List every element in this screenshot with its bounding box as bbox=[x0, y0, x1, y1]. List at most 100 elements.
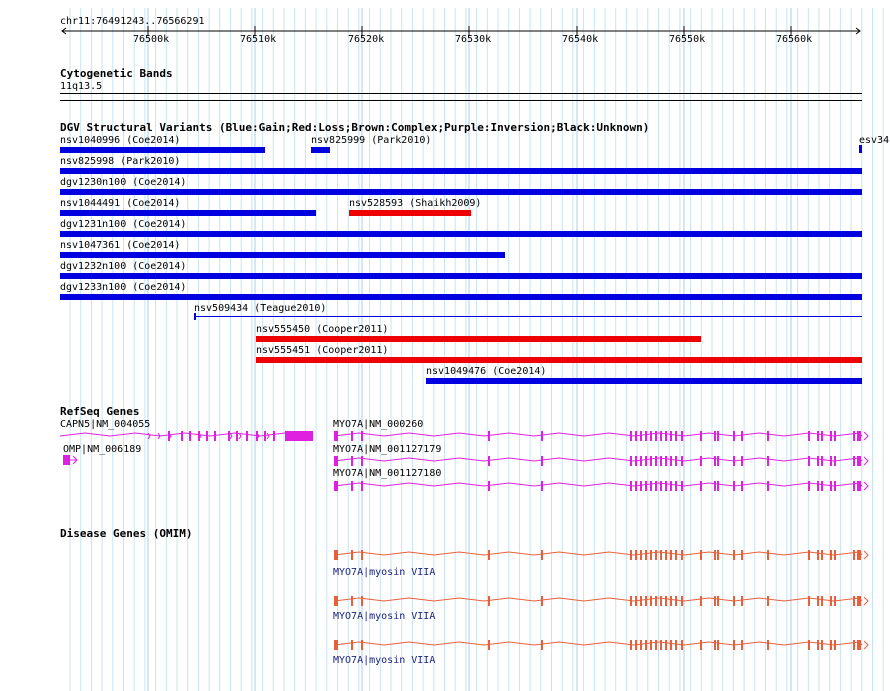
strand-arrow bbox=[147, 432, 151, 440]
exon bbox=[650, 456, 652, 466]
exon bbox=[808, 456, 810, 466]
strand-arrow bbox=[863, 481, 869, 491]
variant-bar bbox=[60, 189, 862, 195]
exon bbox=[733, 481, 735, 491]
exon bbox=[630, 596, 632, 606]
exon bbox=[635, 431, 637, 441]
exon bbox=[660, 456, 662, 466]
exon bbox=[665, 456, 667, 466]
exon bbox=[741, 481, 743, 491]
exon bbox=[717, 550, 719, 560]
exon bbox=[361, 640, 363, 650]
exon bbox=[334, 481, 338, 491]
exon bbox=[767, 640, 769, 650]
exon bbox=[334, 596, 338, 606]
strand-arrow bbox=[863, 596, 869, 606]
intron-line bbox=[333, 597, 863, 602]
exon bbox=[853, 550, 855, 560]
exon bbox=[853, 431, 855, 441]
exon bbox=[660, 481, 662, 491]
exon bbox=[488, 481, 490, 491]
exon bbox=[717, 431, 719, 441]
variant-bar bbox=[311, 147, 330, 153]
exon bbox=[640, 640, 642, 650]
exon bbox=[488, 596, 490, 606]
exon bbox=[640, 481, 642, 491]
exon bbox=[665, 640, 667, 650]
strand-arrow bbox=[266, 432, 270, 440]
strand-arrow bbox=[863, 640, 869, 650]
exon bbox=[808, 481, 810, 491]
exon bbox=[834, 640, 836, 650]
variant-bar bbox=[194, 313, 196, 320]
exon bbox=[351, 456, 353, 466]
exon bbox=[808, 550, 810, 560]
exon bbox=[817, 596, 819, 606]
exon bbox=[655, 596, 657, 606]
exon bbox=[660, 431, 662, 441]
exon bbox=[821, 431, 823, 441]
exon bbox=[334, 640, 338, 650]
exon bbox=[670, 596, 672, 606]
exon bbox=[650, 481, 652, 491]
exon bbox=[351, 550, 353, 560]
cytoband-bar bbox=[60, 93, 862, 94]
exon bbox=[645, 596, 647, 606]
exon bbox=[830, 431, 832, 441]
exon bbox=[853, 481, 855, 491]
exon bbox=[767, 596, 769, 606]
exon bbox=[733, 550, 735, 560]
exon bbox=[181, 431, 183, 441]
exon bbox=[655, 550, 657, 560]
exon bbox=[645, 481, 647, 491]
exon bbox=[700, 596, 702, 606]
variant-bar bbox=[60, 231, 862, 237]
exon bbox=[351, 431, 353, 441]
exon bbox=[630, 431, 632, 441]
exon bbox=[645, 431, 647, 441]
exon bbox=[488, 431, 490, 441]
exon bbox=[717, 640, 719, 650]
exon bbox=[834, 456, 836, 466]
exon bbox=[700, 456, 702, 466]
exon bbox=[681, 431, 683, 441]
exon bbox=[640, 550, 642, 560]
exon bbox=[733, 596, 735, 606]
exon bbox=[630, 481, 632, 491]
exon bbox=[670, 431, 672, 441]
exon bbox=[206, 431, 208, 441]
exon bbox=[733, 431, 735, 441]
exon bbox=[660, 640, 662, 650]
exon bbox=[767, 431, 769, 441]
exon bbox=[256, 431, 258, 441]
exon bbox=[857, 431, 861, 441]
exon bbox=[733, 640, 735, 650]
exon bbox=[351, 640, 353, 650]
exon bbox=[198, 431, 200, 441]
exon bbox=[675, 596, 677, 606]
exon bbox=[214, 431, 216, 441]
exon bbox=[488, 456, 490, 466]
exon bbox=[821, 640, 823, 650]
exon bbox=[681, 456, 683, 466]
variant-bar bbox=[194, 316, 862, 317]
exon bbox=[808, 596, 810, 606]
exon bbox=[681, 640, 683, 650]
exon bbox=[361, 596, 363, 606]
exon bbox=[700, 431, 702, 441]
exon bbox=[640, 431, 642, 441]
exon bbox=[741, 640, 743, 650]
exon bbox=[264, 431, 266, 441]
exon bbox=[541, 456, 543, 466]
variant-bar bbox=[859, 145, 862, 153]
exon bbox=[635, 550, 637, 560]
variant-bar bbox=[60, 252, 505, 258]
exon bbox=[650, 550, 652, 560]
variant-bar bbox=[60, 210, 316, 216]
exon bbox=[361, 481, 363, 491]
exon bbox=[675, 456, 677, 466]
exon bbox=[665, 596, 667, 606]
variant-bar bbox=[349, 210, 471, 216]
exon bbox=[808, 431, 810, 441]
exon bbox=[334, 550, 338, 560]
